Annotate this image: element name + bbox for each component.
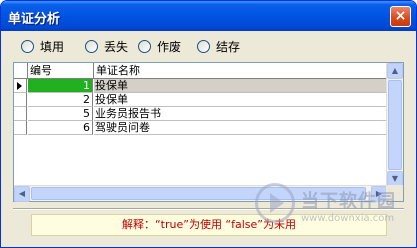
radio-label: 丢失	[104, 40, 129, 54]
radio-circle-icon[interactable]	[21, 40, 34, 53]
grid-body: 编号 单证名称 1 投保单 2 投保单 5 业务员报告书 6 驾驶员问卷	[14, 63, 387, 187]
current-row-arrow-icon	[17, 82, 22, 90]
cell-number[interactable]: 1	[28, 79, 93, 93]
window-title: 单证分析	[8, 12, 61, 27]
cell-number[interactable]: 6	[28, 121, 93, 135]
radio-circle-icon[interactable]	[85, 40, 98, 53]
scroll-left-icon[interactable]: ◀	[14, 186, 30, 202]
vertical-scroll-thumb[interactable]	[388, 80, 402, 170]
grid-header: 编号 单证名称	[14, 63, 387, 79]
dialog-window: 单证分析 × 填用 丢失 作废 结存 编号 单证名称 1 投保单 2 投保单 5…	[0, 0, 417, 248]
cell-number[interactable]: 2	[28, 93, 93, 107]
row-indicator	[14, 107, 27, 121]
cell-name[interactable]: 业务员报告书	[94, 107, 387, 121]
radio-circle-icon[interactable]	[197, 40, 210, 53]
watermark-brand: 当下软件园	[301, 191, 396, 212]
radio-label: 填用	[40, 40, 65, 54]
header-indicator-cell	[14, 63, 28, 79]
row-indicator	[14, 121, 27, 135]
radio-label: 结存	[216, 40, 241, 54]
close-button[interactable]: ×	[390, 6, 411, 27]
scroll-up-icon[interactable]: ▲	[387, 63, 403, 79]
watermark-logo-icon	[255, 183, 295, 223]
cell-name[interactable]: 驾驶员问卷	[94, 121, 387, 135]
cell-name[interactable]: 投保单	[94, 79, 387, 93]
radio-circle-icon[interactable]	[138, 40, 151, 53]
vertical-scrollbar[interactable]: ▲ ▼	[386, 63, 403, 187]
watermark: 当下软件园 www.downxia.com	[251, 181, 411, 243]
cell-number[interactable]: 5	[28, 107, 93, 121]
row-indicator	[14, 79, 27, 93]
column-header-number[interactable]: 编号	[28, 63, 94, 79]
watermark-url: www.downxia.com	[301, 213, 395, 224]
radio-label: 作废	[157, 40, 182, 54]
table-row[interactable]: 1 投保单	[14, 79, 387, 93]
title-bar[interactable]: 单证分析 ×	[1, 1, 416, 31]
table-row[interactable]: 2 投保单	[14, 93, 387, 107]
column-header-name[interactable]: 单证名称	[94, 63, 387, 79]
cell-name[interactable]: 投保单	[94, 93, 387, 107]
table-row[interactable]: 5 业务员报告书	[14, 107, 387, 121]
row-indicator	[14, 93, 27, 107]
table-row[interactable]: 6 驾驶员问卷	[14, 121, 387, 135]
